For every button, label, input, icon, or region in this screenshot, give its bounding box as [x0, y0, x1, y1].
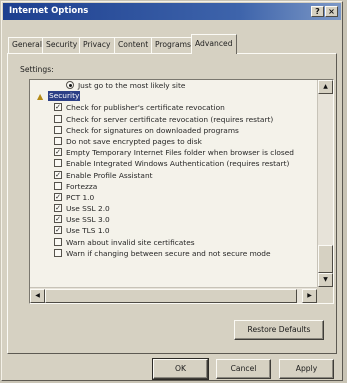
checkbox-row[interactable]: Check for server certificate revocation … [32, 114, 315, 125]
scroll-corner [317, 287, 333, 303]
radio-option-row[interactable]: Just go to the most likely site [32, 80, 315, 91]
radio-button[interactable] [66, 81, 74, 89]
checkbox-label: Enable Profile Assistant [66, 170, 153, 180]
checkbox-row[interactable]: Fortezza [32, 181, 315, 192]
checkbox-label: Check for signatures on downloaded progr… [66, 125, 239, 135]
horizontal-scroll-thumb[interactable] [45, 289, 297, 303]
checkbox-label: Warn if changing between secure and not … [66, 248, 271, 258]
checkbox[interactable]: ✓ [54, 204, 62, 213]
vertical-scroll-thumb[interactable] [318, 245, 333, 273]
checkbox-row[interactable]: ✓ Use SSL 3.0 [32, 214, 315, 225]
checkbox[interactable] [54, 159, 62, 168]
checkbox-label: Fortezza [66, 181, 98, 191]
checkbox[interactable]: ✓ [54, 170, 62, 179]
scroll-right-button[interactable]: ▶ [302, 289, 317, 303]
settings-rows: Just go to the most likely site ▲ Security… [32, 80, 315, 259]
checkbox-label: Check for server certificate revocation … [66, 114, 274, 124]
scroll-up-button[interactable]: ▲ [318, 80, 333, 94]
checkbox-row[interactable]: ✓ Empty Temporary Internet Files folder w… [32, 147, 315, 158]
scroll-down-button[interactable]: ▼ [318, 273, 333, 287]
title-bar[interactable]: Internet Options ? × [3, 3, 341, 20]
scroll-left-button[interactable]: ◀ [30, 289, 45, 303]
security-group-label: Security [48, 91, 81, 102]
tab-privacy[interactable]: Privacy [79, 37, 115, 53]
internet-options-window: Internet Options ? × General Security Pr… [1, 1, 343, 381]
restore-defaults-button[interactable]: Restore Defaults [234, 320, 324, 340]
tab-programs[interactable]: Programs [151, 37, 195, 53]
tab-advanced[interactable]: Advanced [191, 34, 237, 54]
tab-content[interactable]: Content [114, 37, 153, 53]
tab-general[interactable]: General [8, 37, 46, 53]
checkbox-label: Empty Temporary Internet Files folder wh… [66, 148, 294, 158]
checkbox-row[interactable]: ✓ PCT 1.0 [32, 192, 315, 203]
checkbox-label: Use TLS 1.0 [66, 226, 110, 236]
checkbox-row[interactable]: Warn if changing between secure and not … [32, 248, 315, 259]
checkbox[interactable]: ✓ [54, 226, 62, 235]
checkbox[interactable]: ✓ [54, 215, 62, 224]
tab-strip: General Security Privacy Content Program… [7, 34, 337, 54]
checkbox[interactable] [54, 181, 62, 190]
checkbox-row[interactable]: Warn about invalid site certificates [32, 237, 315, 248]
checkbox-row[interactable]: ✓ Check for publisher's certificate revoc… [32, 102, 315, 113]
horizontal-scrollbar[interactable]: ◀ ▶ [30, 287, 317, 303]
vertical-scrollbar[interactable]: ▲ ▼ [317, 80, 333, 287]
checkbox[interactable]: ✓ [54, 192, 62, 201]
checkbox-label: Enable Integrated Windows Authentication… [66, 159, 290, 169]
checkbox[interactable] [54, 125, 62, 134]
checkbox-label: Do not save encrypted pages to disk [66, 136, 202, 146]
lock-icon: ▲ [37, 92, 44, 102]
cancel-button[interactable]: Cancel [216, 359, 271, 379]
checkbox[interactable] [54, 248, 62, 257]
checkbox-row[interactable]: Check for signatures on downloaded progr… [32, 125, 315, 136]
close-button[interactable]: × [325, 6, 338, 17]
checkbox[interactable] [54, 114, 62, 123]
checkbox-label: Use SSL 3.0 [66, 215, 110, 225]
tab-security[interactable]: Security [42, 37, 82, 53]
checkbox[interactable] [54, 237, 62, 246]
ok-button[interactable]: OK [152, 358, 209, 380]
checkbox-row[interactable]: ✓ Use SSL 2.0 [32, 203, 315, 214]
checkbox-label: PCT 1.0 [66, 192, 95, 202]
settings-label: Settings: [20, 65, 54, 74]
checkbox-label: Use SSL 2.0 [66, 204, 110, 214]
checkbox[interactable]: ✓ [54, 148, 62, 157]
settings-list[interactable]: Just go to the most likely site ▲ Security… [29, 79, 334, 304]
apply-button[interactable]: Apply [279, 359, 334, 379]
window-title: Internet Options [9, 6, 89, 16]
checkbox[interactable]: ✓ [54, 103, 62, 112]
checkbox-row[interactable]: Enable Integrated Windows Authentication… [32, 158, 315, 169]
security-group-row[interactable]: ▲ Security [32, 91, 315, 102]
help-button[interactable]: ? [311, 6, 324, 17]
checkbox-row[interactable]: ✓ Enable Profile Assistant [32, 170, 315, 181]
radio-option-label: Just go to the most likely site [78, 81, 186, 90]
checkbox-label: Check for publisher's certificate revoca… [66, 103, 225, 113]
checkbox[interactable] [54, 136, 62, 145]
checkbox-row[interactable]: ✓ Use TLS 1.0 [32, 225, 315, 236]
checkbox-row[interactable]: Do not save encrypted pages to disk [32, 136, 315, 147]
checkbox-label: Warn about invalid site certificates [66, 237, 195, 247]
